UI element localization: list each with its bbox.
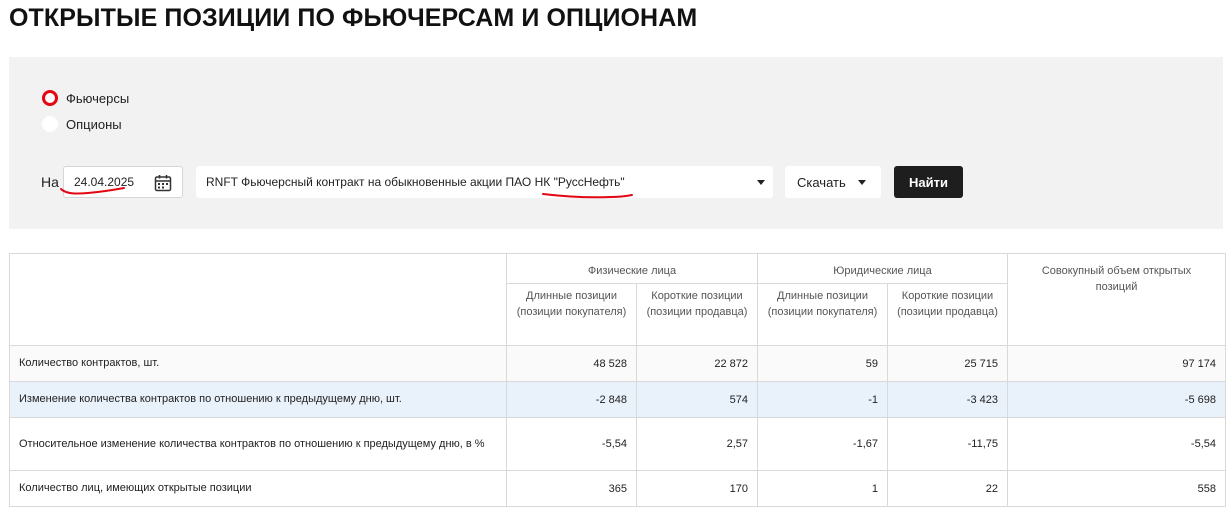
cell-value: 97 174: [1007, 345, 1226, 382]
table-row: Изменение количества контрактов по отнош…: [9, 381, 1226, 418]
radio-options[interactable]: Опционы: [42, 116, 122, 132]
subheader-short-legal: Короткие позиции (позиции продавца): [887, 283, 1008, 346]
subheader-long-individuals: Длинные позиции (позиции покупателя): [506, 283, 637, 346]
table-row: Количество контрактов, шт. 48 528 22 872…: [9, 345, 1226, 382]
table-row: Относительное изменение количества контр…: [9, 417, 1226, 471]
cell-value: -5,54: [1007, 417, 1226, 471]
download-select[interactable]: Скачать: [785, 166, 881, 198]
instrument-select-value: RNFT Фьючерсный контракт на обыкновенные…: [206, 175, 625, 189]
cell-value: -2 848: [506, 381, 637, 418]
radio-futures-label: Фьючерсы: [66, 90, 130, 106]
open-positions-table: Физические лица Юридические лица Совокуп…: [9, 253, 1226, 507]
cell-value: 558: [1007, 470, 1226, 507]
cell-value: 574: [636, 381, 758, 418]
group-header-legal: Юридические лица: [757, 253, 1008, 284]
radio-button-unchecked[interactable]: [42, 116, 58, 132]
group-header-individuals: Физические лица: [506, 253, 758, 284]
cell-value: 22: [887, 470, 1008, 507]
date-field[interactable]: [63, 166, 183, 198]
radio-button-checked[interactable]: [42, 90, 58, 106]
cell-value: -3 423: [887, 381, 1008, 418]
cell-value: 59: [757, 345, 888, 382]
table-row: Количество лиц, имеющих открытые позиции…: [9, 470, 1226, 507]
cell-value: 2,57: [636, 417, 758, 471]
cell-value: 1: [757, 470, 888, 507]
find-button[interactable]: Найти: [894, 166, 963, 198]
cell-value: 365: [506, 470, 637, 507]
date-input[interactable]: [74, 175, 152, 189]
page-title: ОТКРЫТЫЕ ПОЗИЦИИ ПО ФЬЮЧЕРСАМ И ОПЦИОНАМ: [9, 4, 698, 32]
date-prefix-label: На: [41, 174, 59, 190]
download-select-label: Скачать: [797, 174, 846, 190]
subheader-long-legal: Длинные позиции (позиции покупателя): [757, 283, 888, 346]
row-label: Относительное изменение количества контр…: [9, 417, 507, 471]
instrument-select[interactable]: RNFT Фьючерсный контракт на обыкновенные…: [196, 166, 773, 198]
cell-value: -11,75: [887, 417, 1008, 471]
cell-value: -5,54: [506, 417, 637, 471]
cell-value: 170: [636, 470, 758, 507]
caret-down-icon: [757, 180, 765, 185]
row-label: Количество лиц, имеющих открытые позиции: [9, 470, 507, 507]
cell-value: 25 715: [887, 345, 1008, 382]
radio-options-label: Опционы: [66, 116, 122, 132]
subheader-short-individuals: Короткие позиции (позиции продавца): [636, 283, 758, 346]
filter-panel: Фьючерсы Опционы На RNFT Фьючерсный конт…: [9, 57, 1223, 229]
table-corner-header: [9, 253, 507, 346]
cell-value: -5 698: [1007, 381, 1226, 418]
calendar-icon[interactable]: [154, 174, 172, 192]
row-label: Количество контрактов, шт.: [9, 345, 507, 382]
cell-value: -1,67: [757, 417, 888, 471]
row-label: Изменение количества контрактов по отнош…: [9, 381, 507, 418]
cell-value: 48 528: [506, 345, 637, 382]
group-header-total: Совокупный объем открытых позиций: [1007, 253, 1226, 346]
cell-value: -1: [757, 381, 888, 418]
radio-futures[interactable]: Фьючерсы: [42, 90, 129, 106]
cell-value: 22 872: [636, 345, 758, 382]
caret-down-icon: [858, 180, 866, 185]
